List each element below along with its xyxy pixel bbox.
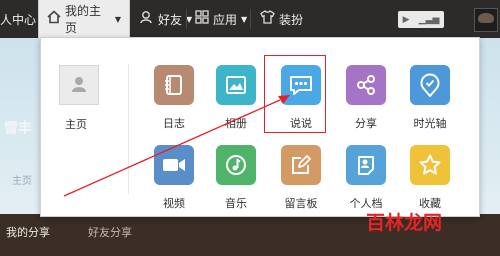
watermark-text: 百林龙网 — [366, 212, 443, 234]
watermark: 百林龙网 — [366, 208, 442, 235]
